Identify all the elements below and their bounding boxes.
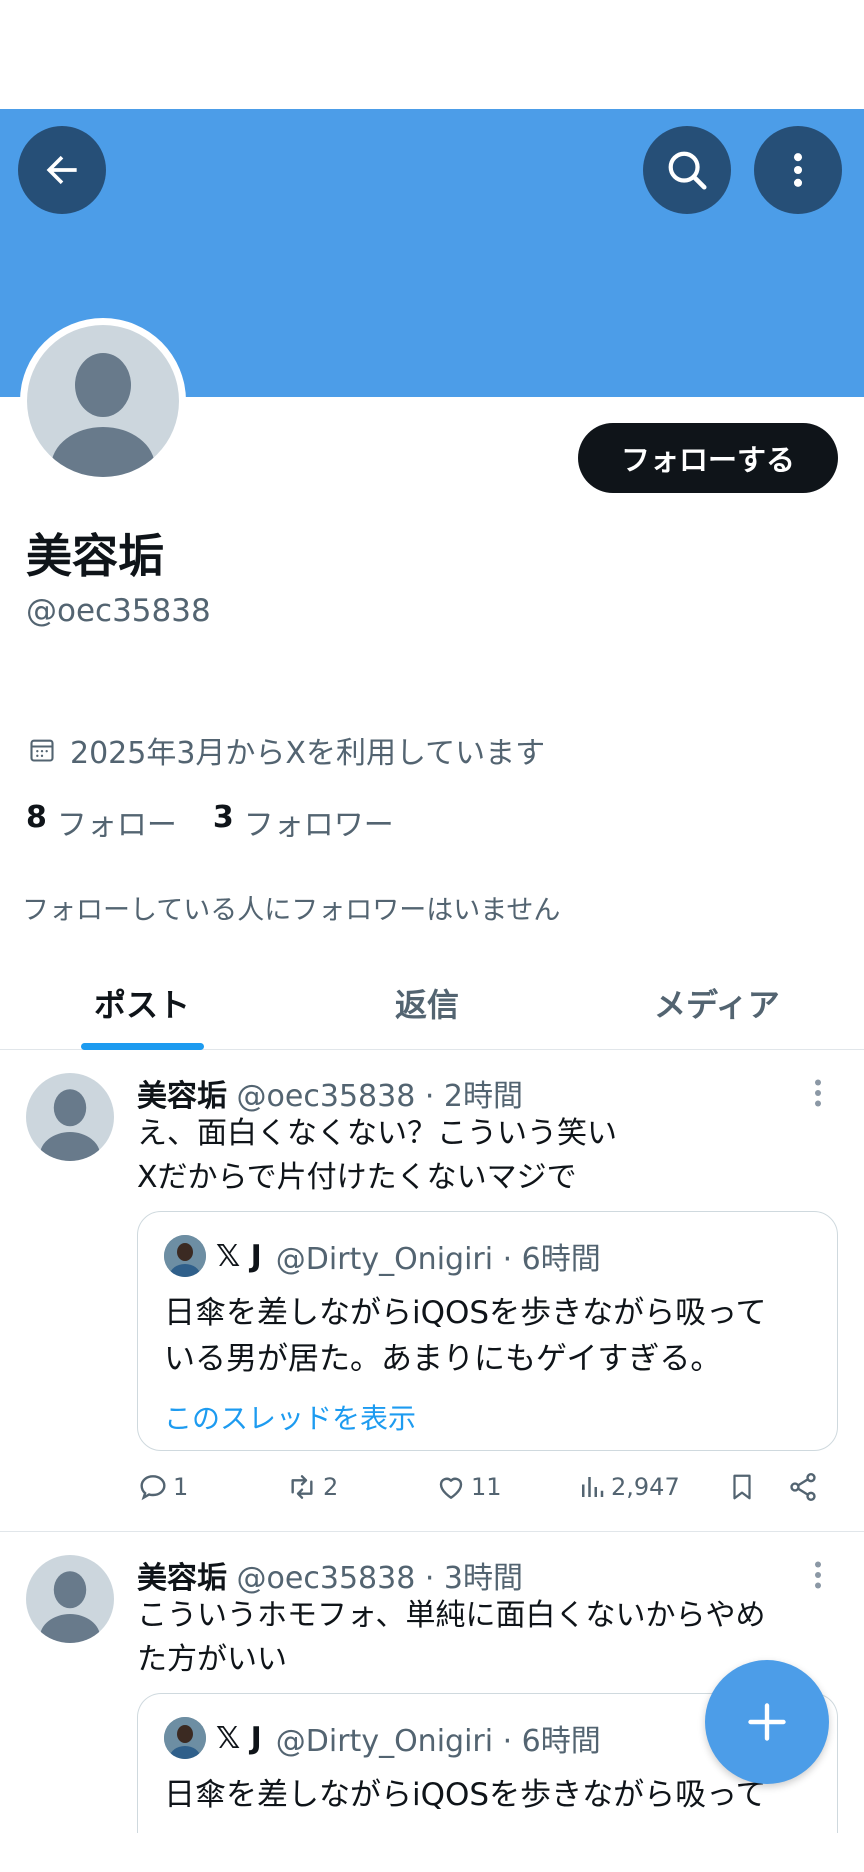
post-text: え、面白くなくない？こういう笑い Xだからで片付けたくないマジで (137, 1112, 837, 1200)
active-tab-indicator (81, 1043, 204, 1050)
calendar-icon (30, 739, 54, 762)
following-label: フォロー (56, 808, 177, 843)
quoted-author-avatar (164, 1717, 206, 1759)
share-button[interactable] (787, 1471, 823, 1503)
share-icon (790, 1473, 816, 1501)
search-icon (668, 151, 707, 190)
post-header: 美容垢 @oec35838 · 2時間 (137, 1071, 523, 1115)
post-text: こういうホモフォ、単純に面白くないからやめ た方がいい (137, 1594, 837, 1682)
following-count: 8 (26, 800, 47, 835)
post-meta: @oec35838 · 3時間 (236, 1561, 523, 1596)
reply-icon (140, 1475, 166, 1501)
views-count: 2,947 (611, 1473, 680, 1501)
followers-link[interactable]: 3 フォロワー (213, 800, 394, 844)
person-photo-icon (164, 1235, 206, 1277)
quoted-author-name: 𝕏 J (216, 1720, 262, 1756)
followers-label: フォロワー (243, 808, 394, 843)
tab-posts[interactable]: ポスト (94, 980, 190, 1026)
post-text-line: え、面白くなくない？こういう笑い (137, 1116, 617, 1151)
post-more-button[interactable] (808, 1557, 828, 1597)
views-chart-icon (582, 1477, 604, 1497)
repost-button[interactable]: 2 (285, 1471, 338, 1503)
quoted-post-meta: @Dirty_Onigiri · 6時間 (275, 1724, 601, 1759)
like-button[interactable]: 11 (435, 1471, 502, 1503)
tab-replies[interactable]: 返信 (395, 980, 459, 1026)
profile-display-name: 美容垢 (26, 529, 164, 583)
post-header: 美容垢 @oec35838 · 3時間 (137, 1553, 523, 1597)
arrow-left-icon (46, 155, 77, 185)
joined-date: 2025年3月からXを利用しています (28, 728, 545, 772)
compose-post-button[interactable] (705, 1660, 829, 1784)
views-button[interactable]: 2,947 (577, 1471, 680, 1503)
post-more-button[interactable] (808, 1075, 828, 1115)
post-avatar[interactable] (26, 1555, 114, 1643)
post-item[interactable]: 美容垢 @oec35838 · 2時間 え、面白くなくない？こういう笑い Xだか… (0, 1051, 864, 1532)
bookmark-icon (733, 1474, 751, 1500)
follow-stats: 8 フォロー 3 フォロワー (26, 800, 430, 844)
post-meta: @oec35838 · 2時間 (236, 1079, 523, 1114)
default-avatar-icon (51, 353, 155, 477)
repost-icon (291, 1475, 313, 1499)
show-thread-link[interactable]: このスレッドを表示 (164, 1397, 416, 1437)
more-vertical-icon (793, 153, 803, 187)
joined-text: 2025年3月からXを利用しています (70, 736, 546, 771)
reply-count: 1 (173, 1473, 189, 1501)
more-vertical-icon (815, 1079, 821, 1107)
reply-button[interactable]: 1 (137, 1471, 188, 1503)
quoted-post-meta: @Dirty_Onigiri · 6時間 (275, 1242, 601, 1277)
post-actions: 1 2 11 2,947 (137, 1471, 827, 1521)
post-text-line: Xだからで片付けたくないマジで (137, 1160, 577, 1195)
person-photo-icon (164, 1717, 206, 1759)
quoted-post-header: 𝕏 J @Dirty_Onigiri · 6時間 (164, 1234, 601, 1278)
more-options-button[interactable] (754, 126, 842, 214)
profile-handle: @oec35838 (26, 593, 211, 629)
quoted-text-line: 日傘を差しながらiQOSを歩きながら吸って (164, 1777, 767, 1813)
quoted-text-line: いる男が居た。あまりにもゲイすぎる。 (164, 1341, 722, 1377)
post-author-name[interactable]: 美容垢 (137, 1079, 227, 1114)
quoted-post-text: 日傘を差しながらiQOSを歩きながら吸って いる男が居た。あまりにもゲイすぎる。 (164, 1290, 824, 1382)
repost-count: 2 (323, 1473, 339, 1501)
follow-button[interactable]: フォローする (578, 423, 838, 493)
quoted-author-name: 𝕏 J (216, 1238, 262, 1274)
post-text-line: こういうホモフォ、単純に面白くないからやめ (137, 1598, 766, 1633)
profile-tabs: ポスト 返信 メディア (0, 960, 864, 1050)
plus-icon (748, 1703, 786, 1741)
quoted-post-text: 日傘を差しながらiQOSを歩きながら吸って (164, 1772, 824, 1818)
more-vertical-icon (815, 1561, 821, 1589)
bookmark-button[interactable] (727, 1471, 761, 1503)
mutual-followers-note: フォローしている人にフォロワーはいません (22, 895, 561, 926)
following-link[interactable]: 8 フォロー (26, 800, 177, 844)
followers-count: 3 (212, 800, 234, 835)
post-avatar[interactable] (26, 1073, 114, 1161)
quoted-text-line: 日傘を差しながらiQOSを歩きながら吸って (164, 1295, 767, 1331)
tab-media[interactable]: メディア (654, 980, 780, 1026)
quoted-author-avatar (164, 1235, 206, 1277)
default-avatar-icon (39, 1571, 101, 1643)
default-avatar-icon (39, 1089, 101, 1161)
post-author-name[interactable]: 美容垢 (137, 1561, 227, 1596)
search-button[interactable] (643, 126, 731, 214)
heart-icon (439, 1477, 463, 1499)
profile-avatar[interactable] (20, 318, 186, 484)
quoted-post-header: 𝕏 J @Dirty_Onigiri · 6時間 (164, 1716, 601, 1760)
like-count: 11 (471, 1473, 502, 1501)
back-button[interactable] (18, 126, 106, 214)
quoted-post[interactable]: 𝕏 J @Dirty_Onigiri · 6時間 日傘を差しながらiQOSを歩き… (137, 1211, 838, 1451)
